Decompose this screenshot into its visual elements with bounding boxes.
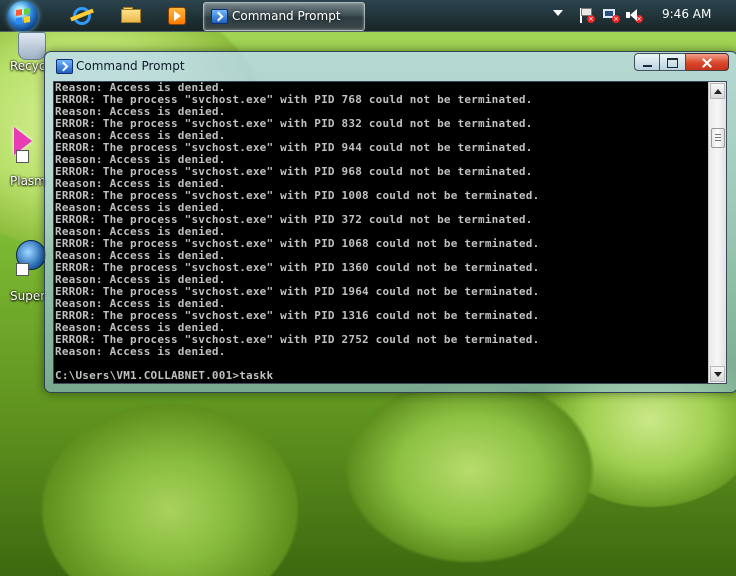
window-controls bbox=[634, 53, 729, 72]
maximize-button[interactable] bbox=[660, 53, 686, 71]
recycle-bin-icon bbox=[18, 32, 46, 60]
desktop-icon-recycle-bin[interactable]: Recyc bbox=[0, 30, 46, 90]
command-prompt-window: Command Prompt Reason: Access is denied.… bbox=[44, 51, 736, 393]
scroll-down-button[interactable] bbox=[710, 366, 725, 382]
scroll-thumb[interactable] bbox=[711, 128, 725, 148]
vertical-scrollbar[interactable] bbox=[708, 82, 726, 383]
media-player-icon[interactable] bbox=[166, 5, 188, 25]
windows-flag-icon bbox=[16, 8, 30, 24]
taskbar-button-label: Command Prompt bbox=[232, 9, 341, 23]
scroll-up-button[interactable] bbox=[710, 83, 725, 99]
shortcut-arrow-icon bbox=[16, 150, 29, 163]
command-prompt-icon bbox=[56, 59, 73, 74]
desktop-icon-plasma[interactable]: Plasm bbox=[0, 123, 46, 188]
console-line: Reason: Access is denied. bbox=[55, 345, 226, 358]
taskbar: Command Prompt × × × 9:46 AM bbox=[0, 0, 736, 32]
network-icon[interactable]: × bbox=[602, 7, 620, 23]
console-output[interactable]: Reason: Access is denied. ERROR: The pro… bbox=[55, 82, 709, 383]
show-hidden-icons-chevron-icon[interactable] bbox=[553, 10, 563, 16]
taskbar-command-prompt-button[interactable]: Command Prompt bbox=[203, 2, 365, 31]
console-area[interactable]: Reason: Access is denied. ERROR: The pro… bbox=[53, 81, 727, 384]
window-titlebar[interactable]: Command Prompt bbox=[45, 52, 736, 81]
action-center-flag-icon[interactable]: × bbox=[577, 7, 595, 23]
shortcut-arrow-icon bbox=[16, 263, 29, 276]
start-button[interactable] bbox=[8, 1, 38, 31]
console-prompt-line[interactable]: C:\Users\VM1.COLLABNET.001>taskk bbox=[55, 370, 709, 382]
volume-icon[interactable]: × bbox=[625, 7, 643, 23]
desktop-icon-label: Recyc bbox=[10, 59, 46, 73]
desktop-icon-label: Super bbox=[10, 289, 46, 303]
internet-explorer-icon[interactable] bbox=[70, 5, 94, 25]
desktop-icon-super[interactable]: Super bbox=[0, 236, 46, 303]
folder-icon[interactable] bbox=[120, 5, 142, 25]
close-button[interactable] bbox=[686, 53, 729, 71]
desktop-icon-label: Plasm bbox=[10, 174, 46, 188]
minimize-button[interactable] bbox=[634, 53, 660, 71]
taskbar-clock[interactable]: 9:46 AM bbox=[662, 7, 711, 21]
command-prompt-icon bbox=[211, 9, 228, 24]
window-title: Command Prompt bbox=[76, 59, 185, 73]
